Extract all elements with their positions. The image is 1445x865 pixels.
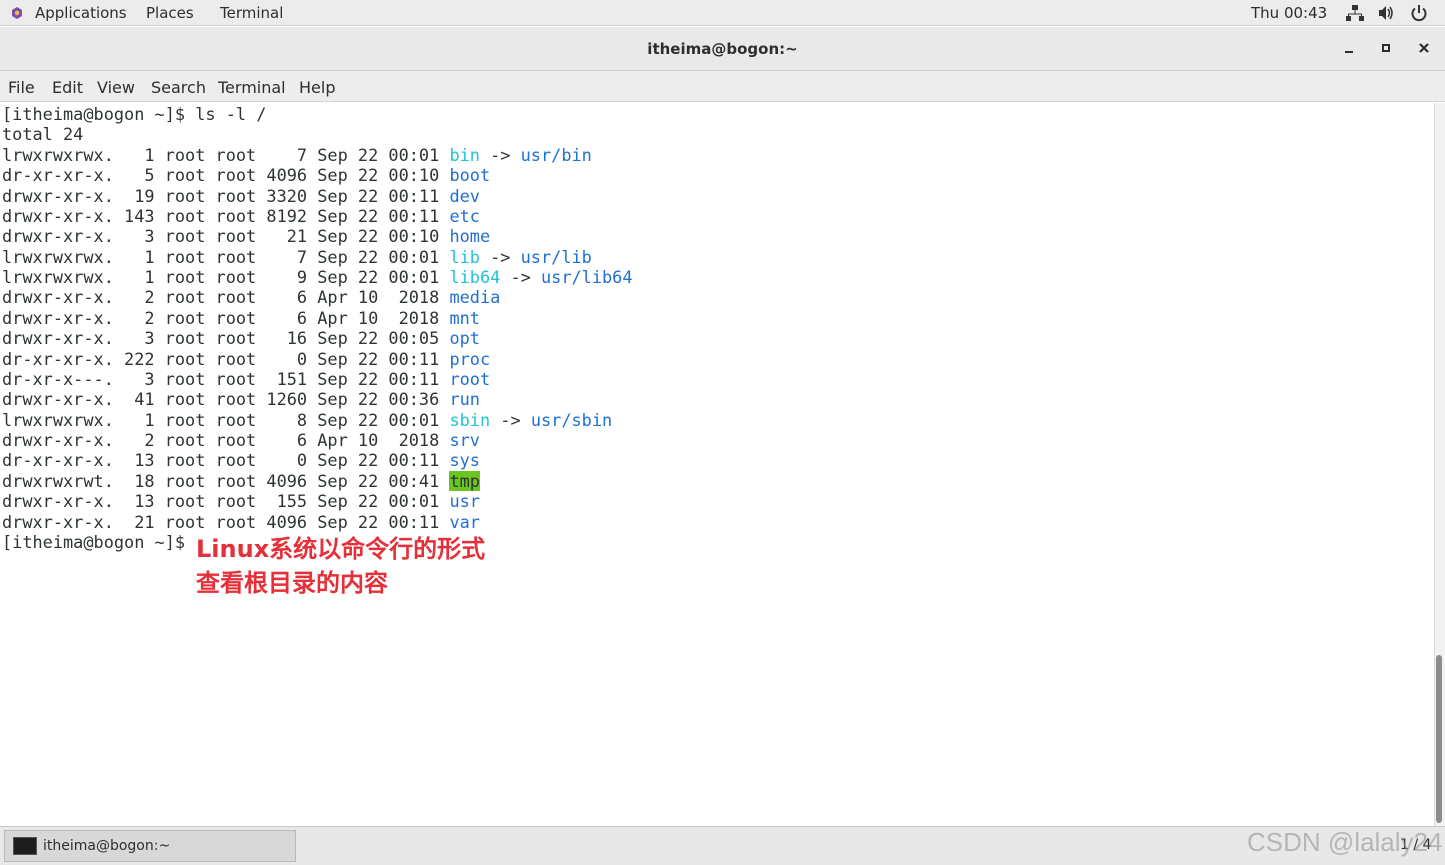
entry-meta: drwxr-xr-x. 143 root root 8192 Sep 22 00…	[2, 205, 450, 226]
entry-meta: drwxr-xr-x. 2 root root 6 Apr 10 2018	[2, 307, 450, 328]
entry-meta: drwxr-xr-x. 3 root root 21 Sep 22 00:10	[2, 226, 450, 247]
total-line: total 24	[2, 124, 84, 145]
listing-row: dr-xr-xr-x. 13 root root 0 Sep 22 00:11 …	[2, 450, 480, 470]
listing-row: dr-xr-x---. 3 root root 151 Sep 22 00:11…	[2, 369, 490, 389]
entry-name: boot	[449, 165, 491, 186]
entry-meta: dr-xr-x---. 3 root root 151 Sep 22 00:11	[2, 368, 450, 389]
terminal-app-menu[interactable]: Terminal	[220, 4, 283, 22]
entry-name: proc	[449, 348, 491, 369]
entry-name: mnt	[449, 307, 480, 328]
listing-row: drwxr-xr-x. 3 root root 21 Sep 22 00:10 …	[2, 226, 490, 246]
listing-row: lrwxrwxrwx. 1 root root 7 Sep 22 00:01 b…	[2, 144, 592, 165]
listing-row: dr-xr-xr-x. 5 root root 4096 Sep 22 00:1…	[2, 165, 490, 185]
listing-row: drwxr-xr-x. 21 root root 4096 Sep 22 00:…	[2, 512, 480, 532]
listing-row: lrwxrwxrwx. 1 root root 9 Sep 22 00:01 l…	[2, 267, 633, 287]
entry-name: sys	[449, 450, 480, 471]
window-title-bar[interactable]: itheima@bogon:~	[0, 27, 1445, 71]
listing: lrwxrwxrwx. 1 root root 7 Sep 22 00:01 b…	[2, 145, 633, 532]
applications-icon[interactable]	[9, 6, 25, 20]
listing-row: drwxr-xr-x. 143 root root 8192 Sep 22 00…	[2, 206, 480, 226]
entry-name: dev	[449, 185, 480, 206]
entry-name: lib64	[449, 267, 501, 287]
entry-meta: drwxr-xr-x. 21 root root 4096 Sep 22 00:…	[2, 511, 450, 532]
prompt: [itheima@bogon ~]$	[2, 531, 196, 552]
minimize-icon[interactable]	[1340, 39, 1358, 57]
listing-row: drwxr-xr-x. 2 root root 6 Apr 10 2018 me…	[2, 287, 500, 307]
entry-link-target: usr/bin	[520, 144, 592, 165]
entry-name: lib	[449, 246, 480, 267]
terminal-menu-bar: File Edit View Search Terminal Help	[0, 71, 1445, 102]
taskbar: itheima@bogon:~ 1 / 4 CSDN @lalaly24	[0, 826, 1445, 865]
listing-row: dr-xr-xr-x. 222 root root 0 Sep 22 00:11…	[2, 349, 490, 369]
entry-name: srv	[449, 430, 480, 450]
menu-help[interactable]: Help	[299, 78, 335, 97]
menu-search[interactable]: Search	[151, 78, 206, 97]
annotation-line-2: 查看根目录的内容	[196, 569, 388, 597]
network-icon[interactable]	[1346, 4, 1364, 22]
entry-name: root	[449, 368, 491, 389]
gnome-top-bar: Applications Places Terminal Thu 00:43	[0, 0, 1445, 26]
annotation-line-1: Linux系统以命令行的形式	[196, 535, 486, 563]
entry-meta: drwxr-xr-x. 3 root root 16 Sep 22 00:05	[2, 328, 450, 349]
terminal-icon	[13, 837, 37, 855]
entry-meta: lrwxrwxrwx. 1 root root 7 Sep 22 00:01	[2, 144, 450, 165]
entry-meta: drwxr-xr-x. 2 root root 6 Apr 10 2018	[2, 430, 450, 450]
listing-row: drwxr-xr-x. 2 root root 6 Apr 10 2018 sr…	[2, 430, 480, 450]
entry-name: opt	[449, 328, 480, 349]
entry-name: media	[449, 287, 501, 308]
maximize-icon[interactable]	[1377, 39, 1395, 57]
listing-row: drwxr-xr-x. 3 root root 16 Sep 22 00:05 …	[2, 328, 480, 348]
entry-meta: dr-xr-xr-x. 222 root root 0 Sep 22 00:11	[2, 348, 450, 369]
entry-meta: lrwxrwxrwx. 1 root root 8 Sep 22 00:01	[2, 409, 450, 430]
watermark: CSDN @lalaly24	[1247, 827, 1443, 857]
terminal-output: [itheima@bogon ~]$ ls -l / total 24 lrwx…	[2, 104, 633, 552]
listing-row: drwxrwxrwt. 18 root root 4096 Sep 22 00:…	[2, 470, 480, 491]
entry-name: bin	[449, 144, 480, 165]
entry-meta: lrwxrwxrwx. 1 root root 7 Sep 22 00:01	[2, 246, 450, 267]
taskbar-window-button[interactable]: itheima@bogon:~	[4, 830, 296, 862]
entry-meta: drwxr-xr-x. 13 root root 155 Sep 22 00:0…	[2, 491, 450, 512]
entry-meta: dr-xr-xr-x. 13 root root 0 Sep 22 00:11	[2, 450, 450, 471]
listing-row: drwxr-xr-x. 41 root root 1260 Sep 22 00:…	[2, 389, 480, 409]
listing-row: lrwxrwxrwx. 1 root root 7 Sep 22 00:01 l…	[2, 246, 592, 267]
prompt: [itheima@bogon ~]$	[2, 104, 196, 124]
command: ls -l /	[195, 104, 267, 124]
entry-meta: drwxr-xr-x. 2 root root 6 Apr 10 2018	[2, 287, 450, 308]
taskbar-window-label: itheima@bogon:~	[43, 838, 171, 854]
listing-row: lrwxrwxrwx. 1 root root 8 Sep 22 00:01 s…	[2, 409, 613, 430]
listing-row: drwxr-xr-x. 13 root root 155 Sep 22 00:0…	[2, 491, 480, 511]
terminal-area[interactable]: [itheima@bogon ~]$ ls -l / total 24 lrwx…	[0, 103, 1434, 826]
entry-name: etc	[449, 205, 480, 226]
menu-file[interactable]: File	[8, 78, 35, 97]
listing-row: drwxr-xr-x. 2 root root 6 Apr 10 2018 mn…	[2, 308, 480, 328]
entry-meta: drwxr-xr-x. 19 root root 3320 Sep 22 00:…	[2, 185, 450, 206]
annotation-overlay: Linux系统以命令行的形式 查看根目录的内容	[196, 532, 485, 600]
clock[interactable]: Thu 00:43	[1251, 4, 1327, 22]
entry-name: tmp	[449, 470, 480, 491]
listing-row: drwxr-xr-x. 19 root root 3320 Sep 22 00:…	[2, 186, 480, 206]
entry-name: var	[449, 511, 480, 532]
entry-name: home	[449, 226, 491, 247]
entry-link-target: usr/sbin	[530, 409, 613, 430]
window-title: itheima@bogon:~	[647, 40, 798, 58]
close-icon[interactable]	[1415, 39, 1433, 57]
entry-link-target: usr/lib	[520, 246, 592, 267]
entry-link-target: usr/lib64	[540, 267, 633, 287]
menu-view[interactable]: View	[97, 78, 135, 97]
menu-terminal[interactable]: Terminal	[218, 78, 286, 97]
menu-edit[interactable]: Edit	[52, 78, 83, 97]
scrollbar-thumb[interactable]	[1436, 655, 1442, 823]
applications-menu[interactable]: Applications	[35, 4, 127, 22]
entry-meta: dr-xr-xr-x. 5 root root 4096 Sep 22 00:1…	[2, 165, 450, 186]
entry-meta: lrwxrwxrwx. 1 root root 9 Sep 22 00:01	[2, 267, 450, 287]
places-menu[interactable]: Places	[146, 4, 194, 22]
entry-meta: drwxrwxrwt. 18 root root 4096 Sep 22 00:…	[2, 470, 450, 491]
volume-icon[interactable]	[1377, 4, 1395, 22]
entry-name: sbin	[449, 409, 491, 430]
entry-name: run	[449, 389, 480, 410]
entry-meta: drwxr-xr-x. 41 root root 1260 Sep 22 00:…	[2, 389, 450, 410]
entry-name: usr	[449, 491, 480, 512]
power-icon[interactable]	[1410, 4, 1428, 22]
